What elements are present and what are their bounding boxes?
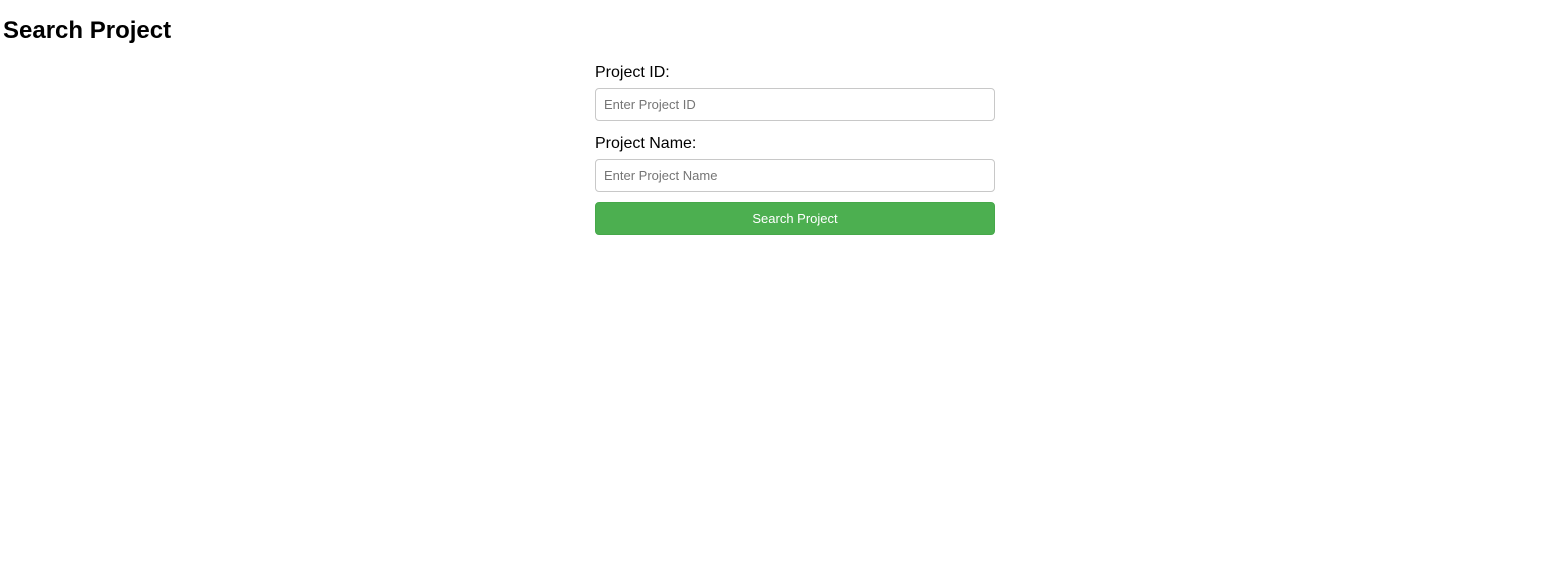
project-id-label: Project ID:: [595, 64, 670, 81]
page-title: Search Project: [3, 17, 172, 44]
project-name-label: Project Name:: [595, 135, 697, 152]
project-name-input[interactable]: [595, 159, 995, 192]
search-project-button[interactable]: Search Project: [595, 202, 995, 235]
search-project-form: Project ID: Project Name: Search Project: [595, 63, 995, 235]
project-id-input[interactable]: [595, 88, 995, 121]
